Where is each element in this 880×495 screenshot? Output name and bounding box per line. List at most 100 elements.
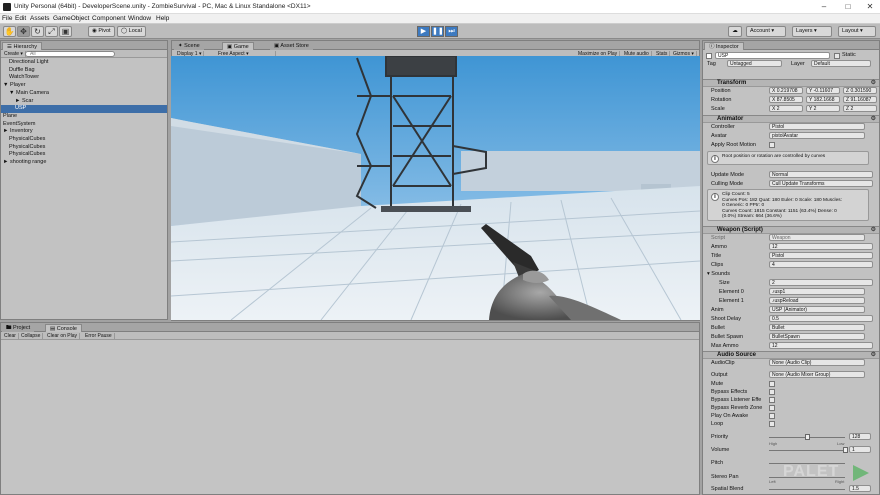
menu-assets[interactable]: Assets	[30, 15, 50, 22]
menu-file[interactable]: File	[2, 15, 12, 22]
transform-header[interactable]: Transform ⚙	[703, 79, 879, 87]
tab-scene[interactable]: ✦ Scene	[174, 42, 204, 50]
clips-field[interactable]: 4	[769, 261, 873, 268]
layers-dropdown[interactable]: Layers ▾	[792, 26, 832, 37]
bullet-field[interactable]: Bullet	[769, 324, 865, 331]
anim-field[interactable]: USP (Animator)	[769, 306, 865, 313]
play-button[interactable]: ▶	[417, 26, 430, 37]
pause-button[interactable]: ❚❚	[431, 26, 444, 37]
update-mode-dropdown[interactable]: Normal	[769, 171, 873, 178]
maximize-icon[interactable]: □	[842, 2, 854, 12]
root-motion-checkbox[interactable]	[769, 142, 775, 148]
volume-slider[interactable]	[769, 450, 845, 451]
avatar-field[interactable]: pistolAvatar	[769, 132, 865, 139]
menu-help[interactable]: Help	[156, 15, 169, 22]
object-name-field[interactable]: USP	[715, 52, 830, 59]
weapon-script-header[interactable]: Weapon (Script) ⚙	[703, 226, 879, 234]
animator-header[interactable]: Animator ⚙	[703, 115, 879, 123]
hand-tool-icon[interactable]: ✋	[3, 26, 16, 37]
scale-y-field[interactable]: Y 2	[806, 105, 840, 112]
scale-tool-icon[interactable]: ⤢	[45, 26, 58, 37]
gear-icon[interactable]: ⚙	[871, 116, 876, 123]
element0-field[interactable]: ♪usp1	[769, 288, 865, 295]
hierarchy-item[interactable]: ► Scar	[1, 98, 167, 106]
hierarchy-item[interactable]: Directional Light	[1, 59, 167, 67]
position-x-field[interactable]: X 0.219708	[769, 87, 803, 94]
bypass-reverb-checkbox[interactable]	[769, 405, 775, 411]
mute-checkbox[interactable]	[769, 381, 775, 387]
hierarchy-item[interactable]: PhysicalCubes	[1, 136, 167, 144]
ammo-field[interactable]: 12	[769, 243, 873, 250]
collapsed-arrow-icon[interactable]: ►	[3, 128, 10, 134]
bullet-spawn-field[interactable]: BulletSpawn	[769, 333, 865, 340]
layout-dropdown[interactable]: Layout ▾	[838, 26, 876, 37]
create-button[interactable]: Create ▾	[2, 51, 26, 57]
static-checkbox[interactable]	[834, 53, 840, 59]
collapse-toggle[interactable]: Collapse	[19, 333, 44, 339]
controller-field[interactable]: Pistol	[769, 123, 865, 130]
element1-field[interactable]: ♪uspReload	[769, 297, 865, 304]
volume-slider-thumb[interactable]	[843, 447, 848, 453]
tab-inspector[interactable]: ⓘ Inspector	[704, 42, 744, 50]
collapsed-arrow-icon[interactable]: ►	[3, 159, 10, 165]
game-viewport[interactable]	[171, 56, 700, 320]
error-pause-toggle[interactable]: Error Pause	[83, 333, 115, 339]
priority-slider-thumb[interactable]	[805, 434, 810, 440]
clear-on-play-toggle[interactable]: Clear on Play	[45, 333, 81, 339]
step-button[interactable]: ⏭	[445, 26, 458, 37]
hierarchy-item[interactable]: ▼ Player	[1, 82, 167, 90]
menu-component[interactable]: Component	[92, 15, 126, 22]
menu-edit[interactable]: Edit	[15, 15, 26, 22]
pivot-toggle[interactable]: ◉ Pivot	[88, 26, 115, 37]
menu-window[interactable]: Window	[128, 15, 151, 22]
account-dropdown[interactable]: Account ▾	[746, 26, 786, 37]
culling-mode-dropdown[interactable]: Cull Update Transforms	[769, 180, 873, 187]
collapsed-arrow-icon[interactable]: ►	[15, 98, 22, 104]
minimize-icon[interactable]: –	[818, 2, 830, 12]
bypass-effects-checkbox[interactable]	[769, 389, 775, 395]
gear-icon[interactable]: ⚙	[871, 227, 876, 234]
spatial-blend-slider[interactable]	[769, 489, 845, 490]
move-tool-icon[interactable]: ✥	[17, 26, 30, 37]
sounds-foldout[interactable]: ▾ Sounds	[707, 271, 730, 277]
scale-z-field[interactable]: Z 2	[843, 105, 877, 112]
hierarchy-item[interactable]: ► shooting range	[1, 159, 167, 167]
tab-game[interactable]: ▣ Game	[222, 42, 254, 50]
hierarchy-item[interactable]: PhysicalCubes	[1, 144, 167, 152]
hierarchy-item[interactable]: WatchTower	[1, 74, 167, 82]
audio-clip-field[interactable]: None (Audio Clip)	[769, 359, 865, 366]
cloud-button[interactable]: ☁	[728, 26, 742, 37]
position-y-field[interactable]: Y -0.11607	[806, 87, 840, 94]
hierarchy-item[interactable]: Plane	[1, 113, 167, 121]
rotation-z-field[interactable]: Z 91.16087	[843, 96, 877, 103]
audio-source-header[interactable]: Audio Source ⚙	[703, 351, 879, 359]
tab-project[interactable]: 🖿 Project	[2, 324, 35, 332]
output-field[interactable]: None (Audio Mixer Group)	[769, 371, 865, 378]
bypass-listener-checkbox[interactable]	[769, 397, 775, 403]
tab-hierarchy[interactable]: ☰ Hierarchy	[2, 42, 43, 50]
hierarchy-search-input[interactable]: All	[25, 51, 115, 57]
priority-field[interactable]: 128	[849, 433, 871, 440]
volume-field[interactable]: 1	[849, 446, 871, 453]
play-on-awake-checkbox[interactable]	[769, 413, 775, 419]
rotation-y-field[interactable]: Y 182.1668	[806, 96, 840, 103]
loop-checkbox[interactable]	[769, 421, 775, 427]
clear-button[interactable]: Clear	[2, 333, 19, 339]
hierarchy-item[interactable]: ► Inventory	[1, 128, 167, 136]
hierarchy-item[interactable]: USP	[1, 105, 167, 113]
hierarchy-item[interactable]: Duffle Bag	[1, 67, 167, 75]
expanded-arrow-icon[interactable]: ▼	[3, 82, 10, 88]
max-ammo-field[interactable]: 12	[769, 342, 873, 349]
expanded-arrow-icon[interactable]: ▼	[9, 90, 16, 96]
hierarchy-item[interactable]: PhysicalCubes	[1, 151, 167, 159]
local-toggle[interactable]: ◯ Local	[117, 26, 146, 37]
close-icon[interactable]: ✕	[864, 2, 876, 12]
gear-icon[interactable]: ⚙	[871, 352, 876, 359]
rotation-x-field[interactable]: X 87.8505	[769, 96, 803, 103]
object-active-checkbox[interactable]	[706, 53, 712, 59]
shoot-delay-field[interactable]: 0.5	[769, 315, 873, 322]
rect-tool-icon[interactable]: ▣	[59, 26, 72, 37]
tab-asset-store[interactable]: ▣ Asset Store	[270, 42, 313, 50]
tab-console[interactable]: ▤ Console	[45, 324, 82, 332]
gear-icon[interactable]: ⚙	[871, 80, 876, 87]
